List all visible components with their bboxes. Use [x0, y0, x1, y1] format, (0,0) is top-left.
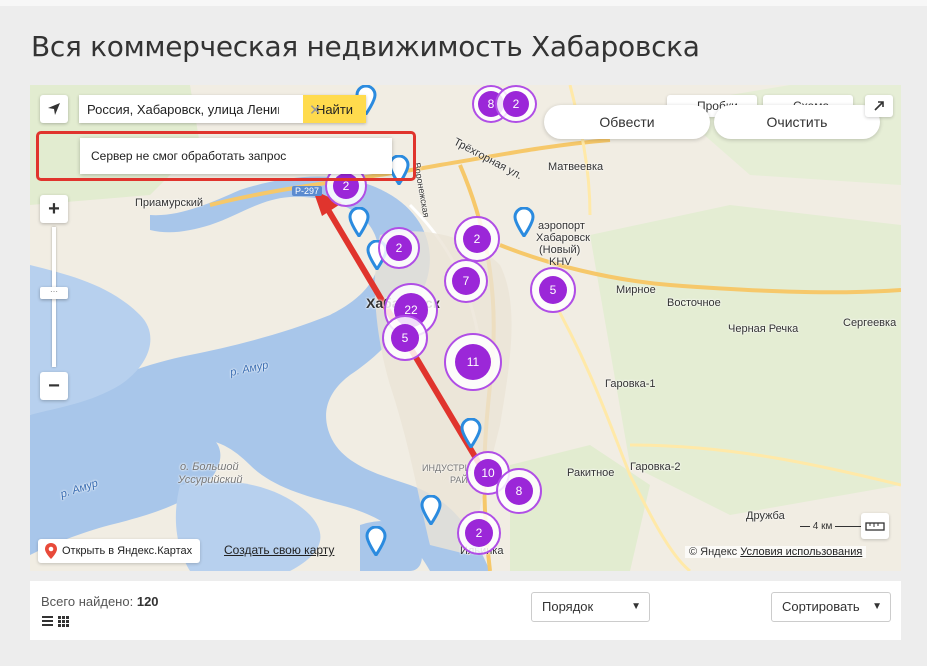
list-view-icon[interactable]	[42, 616, 53, 626]
place-label: (Новый)	[539, 244, 581, 256]
geolocation-button[interactable]	[40, 95, 68, 123]
top-strip	[0, 0, 927, 6]
search-bar: ✕ Найти	[79, 95, 366, 123]
place-label: аэропорт	[538, 220, 585, 232]
map-copyright: © Яндекс Условия использования	[685, 546, 867, 558]
create-map-link[interactable]: Создать свою карту	[224, 543, 334, 557]
map-cluster[interactable]: 2	[495, 85, 537, 123]
map-pin[interactable]	[513, 207, 535, 237]
grid-view-icon[interactable]	[58, 616, 69, 627]
map-pin[interactable]	[420, 495, 442, 525]
zoom-slider-thumb[interactable]: ⋯	[40, 287, 68, 299]
results-bar: Всего найдено: 120 Порядок ▼ Сортировать ▼	[30, 581, 901, 640]
place-label: ИНДУСТРИ	[422, 463, 472, 473]
map-cluster[interactable]: 11	[444, 333, 502, 391]
terms-link[interactable]: Условия использования	[740, 546, 862, 558]
place-label: о. Большой	[180, 461, 239, 473]
map-cluster[interactable]: 2	[454, 216, 500, 262]
place-label: РАЙ	[450, 475, 468, 485]
map-cluster[interactable]: 2	[457, 511, 501, 555]
highlight-outline	[36, 131, 416, 181]
clear-search-icon[interactable]: ✕	[309, 101, 322, 119]
road-badge: Р-297	[292, 186, 323, 196]
place-label: Приамурский	[135, 197, 204, 209]
page-title: Вся коммерческая недвижимость Хабаровска	[31, 30, 700, 63]
clear-button[interactable]: Очистить	[714, 105, 880, 139]
ruler-icon	[865, 522, 885, 531]
ruler-button[interactable]	[861, 513, 889, 539]
order-select[interactable]: Порядок ▼	[531, 592, 650, 622]
place-label: Гаровка-1	[605, 378, 656, 390]
sort-select[interactable]: Сортировать ▼	[771, 592, 891, 622]
map-cluster[interactable]: 5	[530, 267, 576, 313]
open-yandex-maps-button[interactable]: Открыть в Яндекс.Картах	[38, 539, 201, 563]
place-label: Дружба	[746, 510, 785, 522]
place-label: Хабаровск	[536, 232, 590, 244]
found-count: Всего найдено: 120	[41, 594, 159, 609]
zoom-out-button[interactable]: −	[40, 372, 68, 400]
map-pin[interactable]	[348, 207, 370, 237]
draw-area-button[interactable]: Обвести	[544, 105, 710, 139]
map-cluster[interactable]: 2	[378, 227, 420, 269]
location-arrow-icon	[48, 103, 60, 115]
place-label: Гаровка-2	[630, 461, 681, 473]
chevron-down-icon: ▼	[872, 601, 882, 612]
chevron-down-icon: ▼	[631, 601, 641, 612]
place-label: Матвеевка	[548, 161, 604, 173]
map-pin[interactable]	[460, 418, 482, 448]
place-label: Уссурийский	[178, 474, 243, 486]
map-cluster[interactable]: 5	[382, 315, 428, 361]
fullscreen-button[interactable]	[865, 95, 893, 117]
place-label: Мирное	[616, 284, 656, 296]
place-label: Восточное	[667, 297, 721, 309]
map-cluster[interactable]: 8	[496, 468, 542, 514]
expand-icon	[874, 101, 884, 111]
place-label: Сергеевка	[843, 317, 897, 329]
map-pin[interactable]	[365, 526, 387, 556]
place-label: Ракитное	[567, 467, 615, 479]
zoom-in-button[interactable]: +	[40, 195, 68, 223]
search-input[interactable]	[79, 95, 303, 123]
location-pin-icon	[45, 543, 57, 559]
place-label: Черная Речка	[728, 323, 799, 335]
view-toggle	[42, 614, 70, 632]
map-cluster[interactable]: 7	[444, 259, 488, 303]
